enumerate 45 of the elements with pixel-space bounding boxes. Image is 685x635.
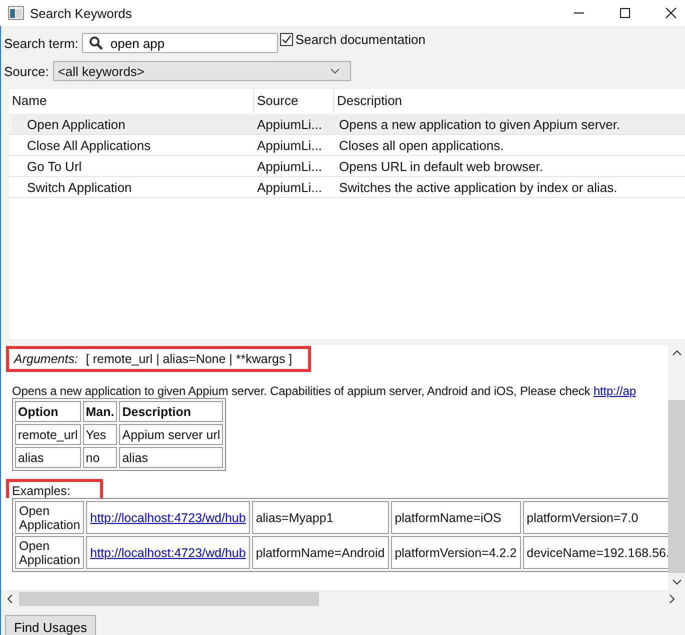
column-header[interactable]: Source <box>254 89 334 113</box>
table-cell: no <box>82 447 118 468</box>
keyword-row[interactable]: Close All Applications AppiumLi... Closes all open applications. <box>9 135 685 156</box>
search-field[interactable]: open app <box>82 33 278 53</box>
window-icon <box>8 6 24 20</box>
checkbox-label: Search documentation <box>295 32 426 47</box>
scroll-down-icon[interactable] <box>672 579 682 585</box>
table-header: Man. <box>82 401 118 422</box>
scroll-up-icon[interactable] <box>672 350 682 356</box>
scroll-left-icon[interactable] <box>7 594 13 604</box>
table-cell: Open Application <box>19 538 80 566</box>
scroll-right-icon[interactable] <box>669 594 675 604</box>
table-cell: deviceName=192.168.56. <box>526 546 668 560</box>
arguments-label: Arguments: <box>14 352 78 366</box>
documentation-link[interactable]: http://ap <box>593 384 636 398</box>
source-label: Source: <box>4 64 49 78</box>
table-cell: Appium server url <box>119 424 224 445</box>
column-header[interactable]: Name <box>9 89 254 113</box>
find-usages-button[interactable]: Find Usages <box>5 615 96 635</box>
table-cell: remote_url <box>15 424 81 445</box>
close-icon[interactable] <box>665 7 677 19</box>
search-documentation-checkbox[interactable] <box>280 33 294 46</box>
table-header: Option <box>15 401 81 422</box>
examples-label: Examples: <box>6 479 103 498</box>
description-text: Opens a new application to given Appium server. Capabilities of appium server, Android and iOS, Please check http://ap <box>12 384 637 398</box>
table-cell: platformName=iOS <box>394 510 502 524</box>
table-cell: alias <box>119 447 224 468</box>
window-title: Search Keywords <box>30 6 132 20</box>
table-cell: platformVersion=7.0 <box>526 510 638 524</box>
maximize-icon[interactable] <box>619 7 631 19</box>
table-cell: Open Application <box>19 504 80 532</box>
search-label: Search term: <box>4 36 78 50</box>
keyword-row[interactable]: Open Application AppiumLi... Opens a new application to given Appium server. <box>9 114 685 135</box>
table-cell: alias=Myapp1 <box>256 510 334 524</box>
table-header: Description <box>119 401 224 422</box>
keyword-row[interactable]: Switch Application AppiumLi... Switches the active application by index or alias. <box>9 177 685 198</box>
keyword-row[interactable]: Go To Url AppiumLi... Opens URL in default web browser. <box>9 156 685 177</box>
arguments-text: [ remote_url | alias=None | **kwargs ] <box>86 352 292 366</box>
table-cell: Yes <box>82 424 118 445</box>
table-cell: platformVersion=4.2.2 <box>394 546 517 560</box>
table-cell: platformName=Android <box>256 546 385 560</box>
column-header[interactable]: Description <box>334 89 685 113</box>
chevron-down-icon <box>330 68 340 74</box>
table-cell: alias <box>15 447 81 468</box>
source-dropdown[interactable]: <all keywords> <box>52 61 351 81</box>
